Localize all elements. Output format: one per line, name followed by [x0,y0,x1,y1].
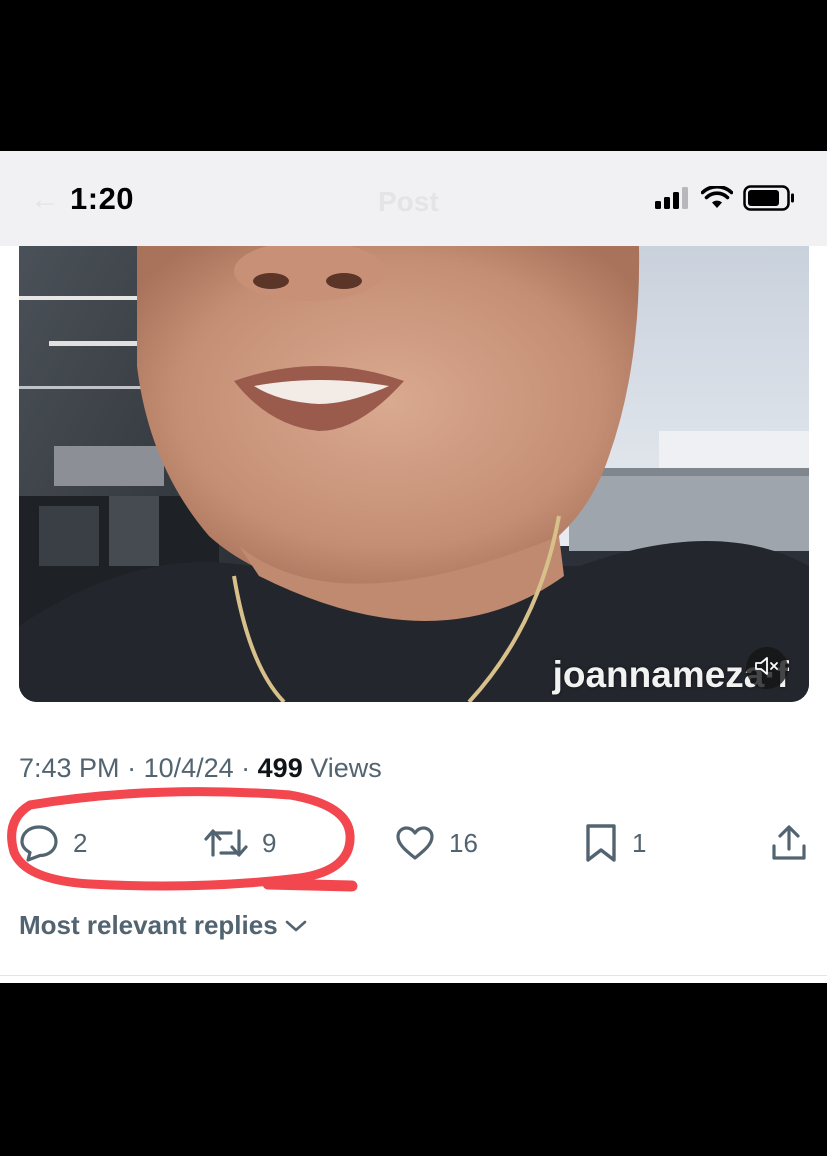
bookmark-count: 1 [632,827,647,858]
back-button[interactable]: ← [30,183,60,217]
page-title: Post [378,186,439,217]
share-button[interactable] [770,815,808,871]
share-upload-icon [770,824,808,862]
status-time: 1:20 [70,181,135,216]
post-date: 10/4/24 [143,753,234,783]
status-icons [655,184,795,216]
bookmark-icon [584,823,618,863]
cellular-signal-icon [655,187,691,214]
video-player[interactable]: joannameza·f [19,246,809,702]
post-time: 7:43 PM [19,753,120,783]
replies-sort-dropdown[interactable]: Most relevant replies [19,910,308,941]
reply-count: 2 [73,827,88,858]
bookmark-button[interactable]: 1 [584,815,646,871]
meta-separator: · [119,753,144,783]
speaker-muted-icon [754,655,780,682]
heart-icon [395,825,435,861]
repost-button[interactable]: 9 [204,815,276,871]
like-count: 16 [449,827,478,858]
repost-arrows-icon [204,825,248,861]
reply-bubble-icon [19,824,59,862]
screen: ← Post 1:20 joannameza·f 7:43 PM · 10/4/… [0,0,827,1156]
views-count: 499 [257,753,303,783]
repost-count: 9 [262,827,277,858]
divider [0,975,827,976]
chevron-down-icon [284,910,308,941]
reply-button[interactable]: 2 [19,815,87,871]
like-button[interactable]: 16 [395,815,478,871]
battery-icon [743,185,795,216]
post-metadata: 7:43 PM · 10/4/24 · 499 Views [19,753,382,784]
views-label[interactable]: Views [310,753,382,783]
meta-separator: · [233,753,258,783]
replies-sort-label: Most relevant replies [19,910,278,940]
mute-toggle-button[interactable] [746,647,788,689]
video-still-image [19,246,809,702]
post-action-bar: 2 9 16 1 [0,815,827,871]
wifi-icon [700,184,734,215]
